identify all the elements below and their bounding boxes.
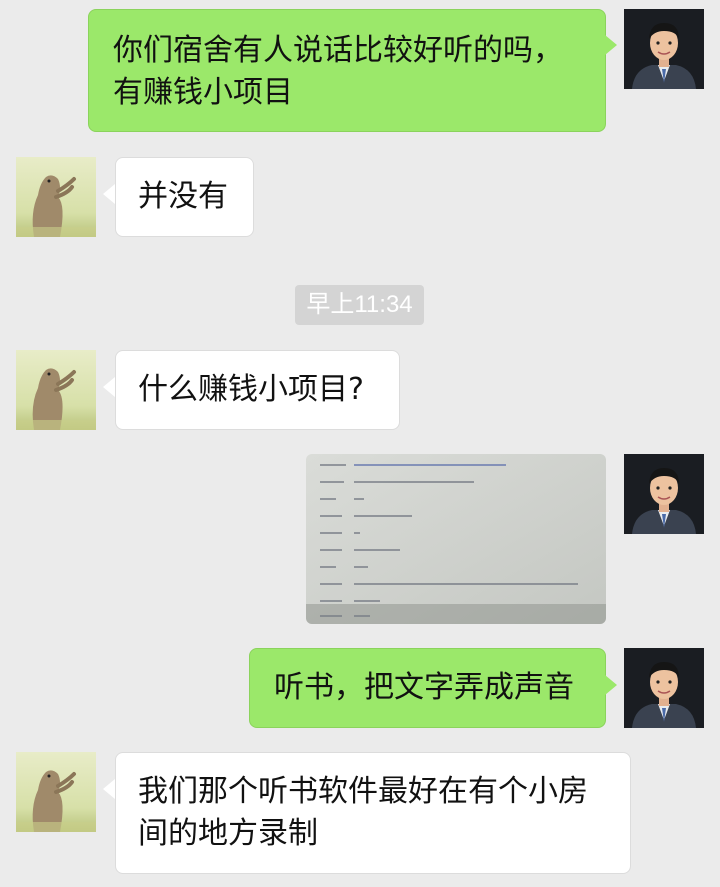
document-photo-image [306, 454, 606, 624]
bubble-tail [605, 675, 617, 695]
my-avatar[interactable] [624, 9, 704, 89]
prairie-dog-icon [16, 157, 96, 237]
prairie-dog-icon [16, 350, 96, 430]
message-text: 什么赚钱小项目? [138, 372, 364, 407]
image-message[interactable] [306, 454, 606, 624]
bubble-tail [605, 35, 617, 55]
message-text: 听书，把文字弄成声音 [274, 670, 574, 705]
other-avatar[interactable] [16, 157, 96, 237]
man-portrait-icon [624, 9, 704, 89]
my-avatar[interactable] [624, 648, 704, 728]
bubble-tail [103, 377, 115, 397]
message-text-line: 间的地方录制 [138, 816, 318, 851]
my-message-bubble[interactable]: 听书，把文字弄成声音 [249, 648, 606, 728]
my-avatar[interactable] [624, 454, 704, 534]
other-message-bubble[interactable]: 我们那个听书软件最好在有个小房 间的地方录制 [115, 752, 631, 874]
my-message-bubble[interactable]: 你们宿舍有人说话比较好听的吗， 有赚钱小项目 [88, 9, 606, 132]
bubble-tail [103, 779, 115, 799]
message-text-line: 我们那个听书软件最好在有个小房 [138, 774, 588, 809]
message-text: 并没有 [138, 179, 228, 214]
message-text-line: 你们宿舍有人说话比较好听的吗， [113, 33, 563, 68]
other-message-bubble[interactable]: 什么赚钱小项目? [115, 350, 400, 430]
other-message-bubble[interactable]: 并没有 [115, 157, 254, 237]
man-portrait-icon [624, 648, 704, 728]
man-portrait-icon [624, 454, 704, 534]
other-avatar[interactable] [16, 350, 96, 430]
timestamp: 早上11:34 [295, 285, 424, 325]
prairie-dog-icon [16, 752, 96, 832]
other-avatar[interactable] [16, 752, 96, 832]
message-text-line: 有赚钱小项目 [113, 75, 293, 110]
bubble-tail [103, 184, 115, 204]
